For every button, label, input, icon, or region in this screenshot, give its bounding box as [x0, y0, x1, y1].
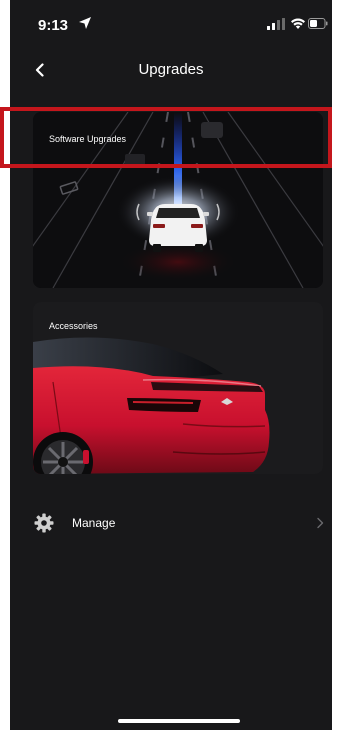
software-upgrades-label: Software Upgrades — [49, 134, 127, 144]
manage-list-item[interactable]: Manage — [24, 505, 324, 541]
wifi-icon — [291, 18, 305, 29]
gear-icon — [34, 513, 54, 533]
chevron-right-icon — [317, 517, 324, 529]
accessories-label: Accessories — [49, 321, 98, 331]
manage-label: Manage — [72, 516, 116, 530]
signal-icon — [267, 18, 285, 30]
navigation-bar: Upgrades — [10, 50, 332, 90]
accessories-card[interactable]: Accessories — [33, 302, 323, 474]
page-title: Upgrades — [138, 61, 204, 78]
battery-icon — [308, 18, 328, 29]
status-time: 9:13 — [38, 17, 69, 34]
location-icon — [79, 17, 91, 29]
home-indicator[interactable] — [118, 719, 240, 723]
status-bar: 9:13 — [10, 0, 332, 48]
software-upgrades-card[interactable]: Software Upgrades — [33, 112, 323, 288]
app-screen: 9:13 Upgrades Software Upgrades Accessor… — [10, 0, 332, 730]
